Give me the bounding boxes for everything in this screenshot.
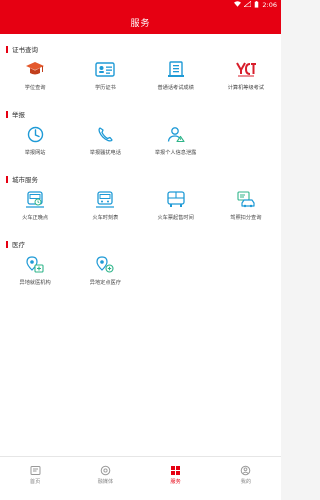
service-report-spam-call[interactable]: 举报骚扰电话 [70, 121, 140, 165]
phone-icon [94, 125, 116, 143]
section-medical: 医疗 异地就医机构 异地定点医疗 [0, 237, 281, 297]
section-header: 城市服务 [6, 174, 38, 184]
bus-ticket-icon [165, 190, 187, 208]
service-grid: 异地就医机构 异地定点医疗 [0, 251, 281, 295]
service-education-certificate[interactable]: 学历证书 [70, 56, 140, 100]
section-report: 举报 举报网站 举报骚扰电话 举报个人信息泄露 [0, 107, 281, 167]
service-ticket-sale-time[interactable]: 火车票起售时间 [141, 186, 211, 230]
ncre-logo-icon [235, 60, 257, 78]
service-label: 异地就医机构 [19, 280, 51, 286]
section-header: 医疗 [6, 239, 25, 249]
status-icons: 2:06 [234, 0, 277, 10]
bottom-tab-bar: 首页 融媒体 服务 我的 [0, 456, 281, 500]
service-label: 举报骚扰电话 [89, 150, 121, 156]
service-grid: 学位查询 学历证书 普通话考试成绩 计算机等级考试 [0, 56, 281, 100]
service-label: 驾照扣分查询 [230, 215, 262, 221]
section-accent-bar [6, 175, 8, 183]
service-label: 火车票起售时间 [157, 215, 194, 221]
service-label: 举报个人信息泄露 [154, 150, 197, 156]
status-bar: 2:06 [0, 0, 281, 10]
clock-icon [24, 125, 46, 143]
service-label: 火车时刻表 [92, 215, 119, 221]
service-label: 计算机等级考试 [227, 85, 265, 91]
section-header: 举报 [6, 109, 25, 119]
page-title: 服务 [130, 18, 151, 29]
section-header: 证书查询 [6, 44, 38, 54]
service-degree-query[interactable]: 学位查询 [0, 56, 70, 100]
tab-label: 服务 [170, 479, 181, 485]
signal-icon [243, 0, 252, 9]
car-license-icon [235, 190, 257, 208]
service-remote-medical-institution[interactable]: 异地就医机构 [0, 251, 70, 295]
service-label: 火车正晚点 [22, 215, 49, 221]
service-mandarin-score[interactable]: 普通话考试成绩 [141, 56, 211, 100]
service-report-privacy-leak[interactable]: 举报个人信息泄露 [141, 121, 211, 165]
section-accent-bar [6, 110, 8, 118]
medical-location-icon [94, 255, 116, 273]
service-train-delay[interactable]: 火车正晚点 [0, 186, 70, 230]
document-icon [165, 60, 187, 78]
person-warning-icon [165, 125, 187, 143]
section-certificate: 证书查询 学位查询 学历证书 普通话考试成绩 计算机等级考试 [0, 42, 281, 102]
train-schedule-icon [94, 190, 116, 208]
tab-label: 首页 [29, 479, 41, 485]
service-remote-designated-medical[interactable]: 异地定点医疗 [70, 251, 140, 295]
service-content: 证书查询 学位查询 学历证书 普通话考试成绩 计算机等级考试 举报 举报网站 举… [0, 34, 281, 456]
section-title: 医疗 [12, 241, 25, 249]
app-header: 服务 [0, 10, 281, 34]
service-label: 学历证书 [94, 85, 116, 91]
tab-label: 融媒体 [97, 479, 114, 485]
service-report-website[interactable]: 举报网站 [0, 121, 70, 165]
media-icon [99, 464, 111, 476]
tab-media[interactable]: 融媒体 [70, 457, 140, 500]
status-time: 2:06 [262, 1, 277, 9]
service-label: 学位查询 [24, 85, 46, 91]
service-label: 普通话考试成绩 [157, 85, 194, 91]
section-title: 举报 [12, 111, 25, 119]
service-train-schedule[interactable]: 火车时刻表 [70, 186, 140, 230]
service-grid-icon [170, 464, 182, 476]
wifi-icon [234, 1, 242, 9]
service-driving-points[interactable]: 驾照扣分查询 [211, 186, 281, 230]
service-computer-exam[interactable]: 计算机等级考试 [211, 56, 281, 100]
section-accent-bar [6, 240, 8, 248]
service-grid: 举报网站 举报骚扰电话 举报个人信息泄露 [0, 121, 281, 165]
service-grid: 火车正晚点 火车时刻表 火车票起售时间 驾照扣分查询 [0, 186, 281, 230]
profile-icon [240, 464, 252, 476]
service-label: 异地定点医疗 [89, 280, 121, 286]
id-card-icon [94, 60, 116, 78]
graduation-cap-icon [24, 60, 46, 78]
tab-label: 我的 [240, 479, 252, 485]
section-title: 证书查询 [12, 46, 38, 54]
tab-service[interactable]: 服务 [141, 457, 211, 500]
battery-icon [254, 0, 259, 10]
hospital-location-icon [24, 255, 46, 273]
service-label: 举报网站 [24, 150, 46, 156]
tab-home[interactable]: 首页 [0, 457, 70, 500]
section-city-services: 城市服务 火车正晚点 火车时刻表 火车票起售时间 驾照扣分查询 [0, 172, 281, 232]
tab-profile[interactable]: 我的 [211, 457, 281, 500]
section-accent-bar [6, 45, 8, 53]
train-delay-icon [24, 190, 46, 208]
home-icon [29, 464, 41, 476]
section-title: 城市服务 [12, 176, 38, 184]
